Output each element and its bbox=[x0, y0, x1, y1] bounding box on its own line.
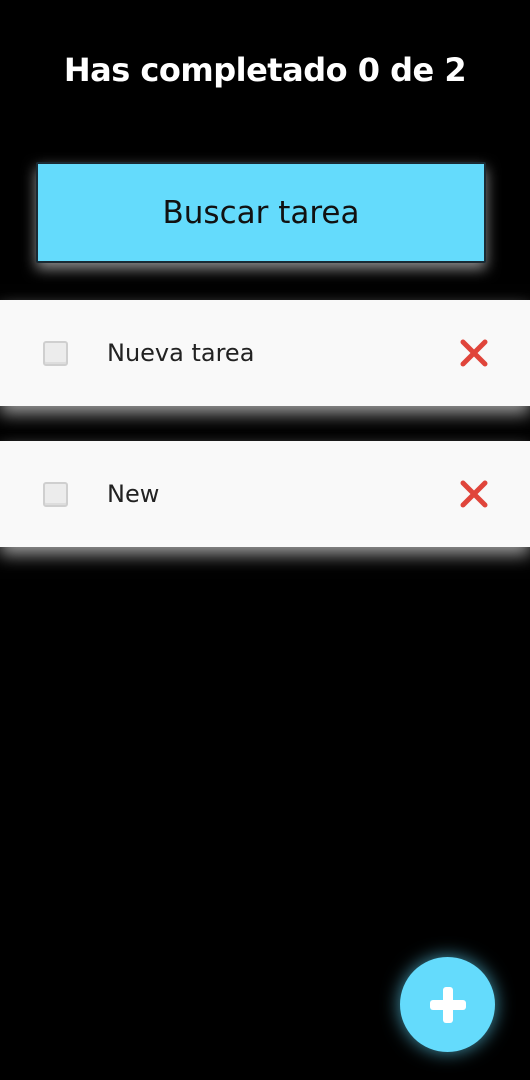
completion-title: Has completado 0 de 2 bbox=[63, 51, 467, 89]
task-checkbox[interactable] bbox=[43, 340, 68, 366]
search-task-button-label: Buscar tarea bbox=[162, 194, 360, 231]
search-task-button[interactable]: Buscar tarea bbox=[36, 162, 486, 263]
task-item: New bbox=[0, 441, 530, 547]
close-icon[interactable] bbox=[458, 478, 490, 510]
task-checkbox[interactable] bbox=[43, 481, 68, 507]
task-label: New bbox=[107, 480, 160, 508]
close-icon[interactable] bbox=[458, 337, 490, 369]
add-task-button[interactable] bbox=[400, 957, 495, 1052]
task-label: Nueva tarea bbox=[107, 339, 255, 367]
app-screen: Has completado 0 de 2 Buscar tarea Nueva… bbox=[0, 0, 530, 1080]
plus-icon bbox=[429, 986, 466, 1023]
task-item: Nueva tarea bbox=[0, 300, 530, 406]
